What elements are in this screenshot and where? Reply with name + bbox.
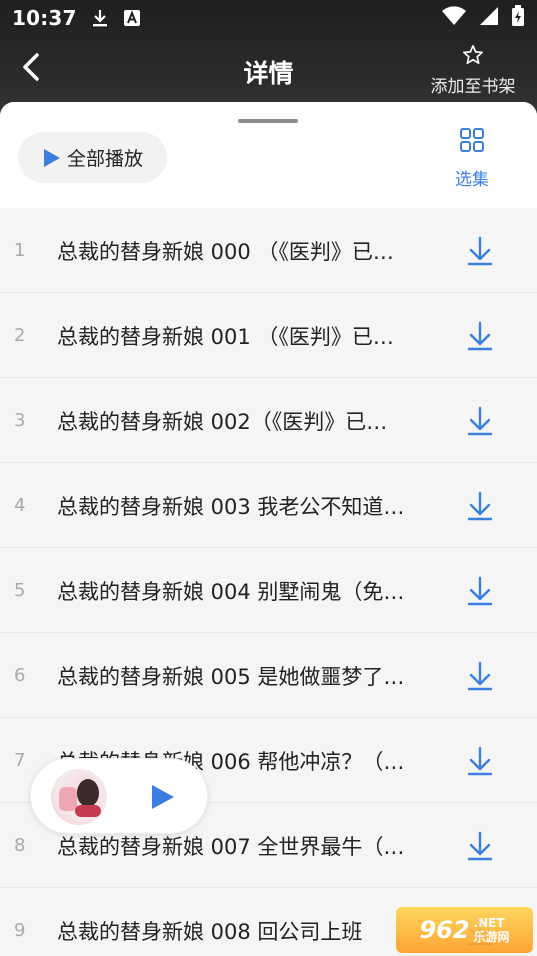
download-button[interactable] (466, 406, 494, 436)
mini-player[interactable] (30, 758, 208, 834)
episode-row[interactable]: 4 总裁的替身新娘 003 我老公不知道… (0, 463, 537, 548)
drag-handle[interactable] (238, 119, 298, 123)
watermark-main-text: 962 (419, 916, 470, 944)
episode-row[interactable]: 2 总裁的替身新娘 001 （《医判》已… (0, 293, 537, 378)
site-watermark: 962 .NET 乐游网 (396, 907, 533, 953)
episode-row[interactable]: 6 总裁的替身新娘 005 是她做噩梦了… (0, 633, 537, 718)
download-status-icon (91, 8, 109, 28)
episode-title: 总裁的替身新娘 007 全世界最牛（… (57, 835, 405, 859)
battery-icon (511, 5, 525, 31)
download-icon (467, 236, 493, 266)
episode-row[interactable]: 5 总裁的替身新娘 004 别墅闹鬼（免… (0, 548, 537, 633)
download-button[interactable] (466, 321, 494, 351)
download-button[interactable] (466, 746, 494, 776)
status-time: 10:37 (12, 6, 77, 30)
play-icon (44, 148, 60, 167)
episode-index: 7 (14, 750, 26, 771)
play-all-label: 全部播放 (67, 148, 144, 170)
select-episodes-label: 选集 (455, 170, 489, 190)
episode-index: 6 (14, 665, 26, 686)
episode-list: 1 总裁的替身新娘 000 （《医判》已… 2 总裁的替身新娘 001 （《医判》已…… (0, 208, 537, 956)
episode-title: 总裁的替身新娘 008 回公司上班 (57, 920, 363, 944)
select-episodes-button[interactable]: 选集 (446, 127, 498, 190)
star-icon (463, 45, 483, 64)
download-icon (467, 406, 493, 436)
download-icon (467, 491, 493, 521)
episode-title: 总裁的替身新娘 000 （《医判》已… (57, 240, 394, 264)
download-icon (467, 661, 493, 691)
wifi-icon (441, 6, 467, 30)
episode-title: 总裁的替身新娘 003 我老公不知道… (57, 495, 405, 519)
title-bar: 详情 添加至书架 (0, 36, 537, 102)
episode-index: 4 (14, 495, 26, 516)
download-icon (467, 831, 493, 861)
status-bar: 10:37 (0, 0, 537, 36)
episode-title: 总裁的替身新娘 004 别墅闹鬼（免… (57, 580, 405, 604)
episode-row[interactable]: 1 总裁的替身新娘 000 （《医判》已… (0, 208, 537, 293)
download-button[interactable] (466, 491, 494, 521)
download-button[interactable] (466, 831, 494, 861)
album-cover (51, 769, 107, 825)
episode-index: 9 (14, 920, 26, 941)
notification-a-icon (123, 9, 141, 27)
download-icon (467, 321, 493, 351)
episode-sheet: 全部播放 选集 1 总裁的替身新娘 000 （《医判》已… 2 总裁的替身新娘 001… (0, 102, 537, 956)
episode-title: 总裁的替身新娘 001 （《医判》已… (57, 325, 394, 349)
grid-icon (460, 128, 484, 152)
add-to-shelf-button[interactable]: 添加至书架 (425, 44, 521, 97)
download-button[interactable] (466, 661, 494, 691)
episode-index: 8 (14, 835, 26, 856)
episode-index: 5 (14, 580, 26, 601)
episode-index: 1 (14, 240, 26, 261)
play-icon (152, 785, 174, 809)
download-icon (467, 746, 493, 776)
download-button[interactable] (466, 576, 494, 606)
mini-player-play-button[interactable] (149, 784, 175, 814)
download-button[interactable] (466, 236, 494, 266)
sheet-toolbar: 全部播放 选集 (0, 102, 537, 208)
signal-icon (479, 6, 499, 30)
episode-title: 总裁的替身新娘 002（《医判》已… (57, 410, 388, 434)
episode-index: 2 (14, 325, 26, 346)
episode-row[interactable]: 3 总裁的替身新娘 002（《医判》已… (0, 378, 537, 463)
episode-title: 总裁的替身新娘 005 是她做噩梦了… (57, 665, 405, 689)
add-to-shelf-label: 添加至书架 (430, 77, 516, 97)
watermark-cn-text: 乐游网 (473, 930, 510, 944)
play-all-button[interactable]: 全部播放 (18, 132, 167, 183)
watermark-sub-text: .NET (473, 916, 505, 930)
download-icon (467, 576, 493, 606)
episode-index: 3 (14, 410, 26, 431)
